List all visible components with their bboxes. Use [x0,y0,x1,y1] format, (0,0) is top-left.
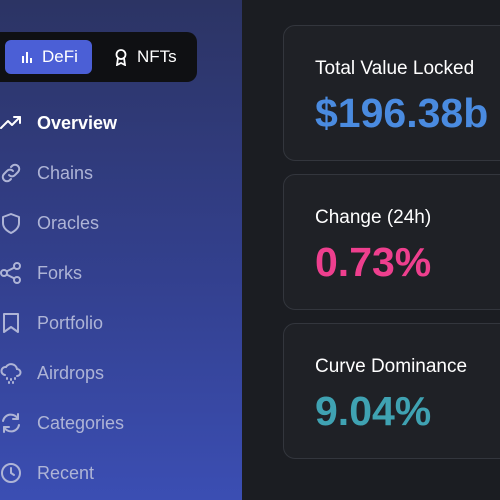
nfts-toggle-button[interactable]: NFTs [104,40,188,74]
nav-item-oracles[interactable]: Oracles [0,208,230,238]
dominance-value: 9.04% [315,388,432,434]
nav-label-overview: Overview [37,112,118,133]
tvl-value: $196.38b [315,90,489,136]
nav-label-airdrops: Airdrops [37,362,105,383]
nav-label-forks: Forks [37,262,82,283]
dominance-card: Curve Dominance 9.04% [283,323,500,459]
nav-label-recent: Recent [37,462,95,483]
change-value: 0.73% [315,239,432,285]
nav-item-categories[interactable]: Categories [0,408,230,438]
change-title: Change (24h) [315,207,432,228]
nav-label-chains: Chains [37,162,94,183]
nav-item-forks[interactable]: Forks [0,258,230,288]
nav-item-recent[interactable]: Recent [0,458,230,488]
trending-up-icon [0,112,22,134]
nav-item-chains[interactable]: Chains [0,158,230,188]
tvl-title: Total Value Locked [315,58,475,79]
dominance-title: Curve Dominance [315,356,468,377]
refresh-icon [0,412,22,434]
change-card: Change (24h) 0.73% [283,174,500,310]
nav-item-portfolio[interactable]: Portfolio [0,308,230,338]
defi-nft-toggle: DeFi NFTs [0,32,197,82]
nfts-label: NFTs [137,47,177,66]
bookmark-icon [0,312,22,334]
nav-item-airdrops[interactable]: Airdrops [0,358,230,388]
defi-label: DeFi [42,47,78,66]
nav-label-oracles: Oracles [37,212,100,233]
bar-chart-icon [20,50,34,64]
clock-icon [0,462,22,484]
cloud-rain-icon [0,362,22,384]
link-icon [0,162,22,184]
nav-item-overview[interactable]: Overview [0,108,230,138]
nav-label-categories: Categories [37,412,125,433]
shield-icon [0,212,22,234]
defi-toggle-button[interactable]: DeFi [5,40,92,74]
tvl-card: Total Value Locked $196.38b [283,25,500,161]
sidebar: DeFi NFTs Overview Chains Oracles Forks [0,0,242,500]
award-icon [113,48,129,66]
nav-label-portfolio: Portfolio [37,312,104,333]
share-icon [0,262,22,284]
